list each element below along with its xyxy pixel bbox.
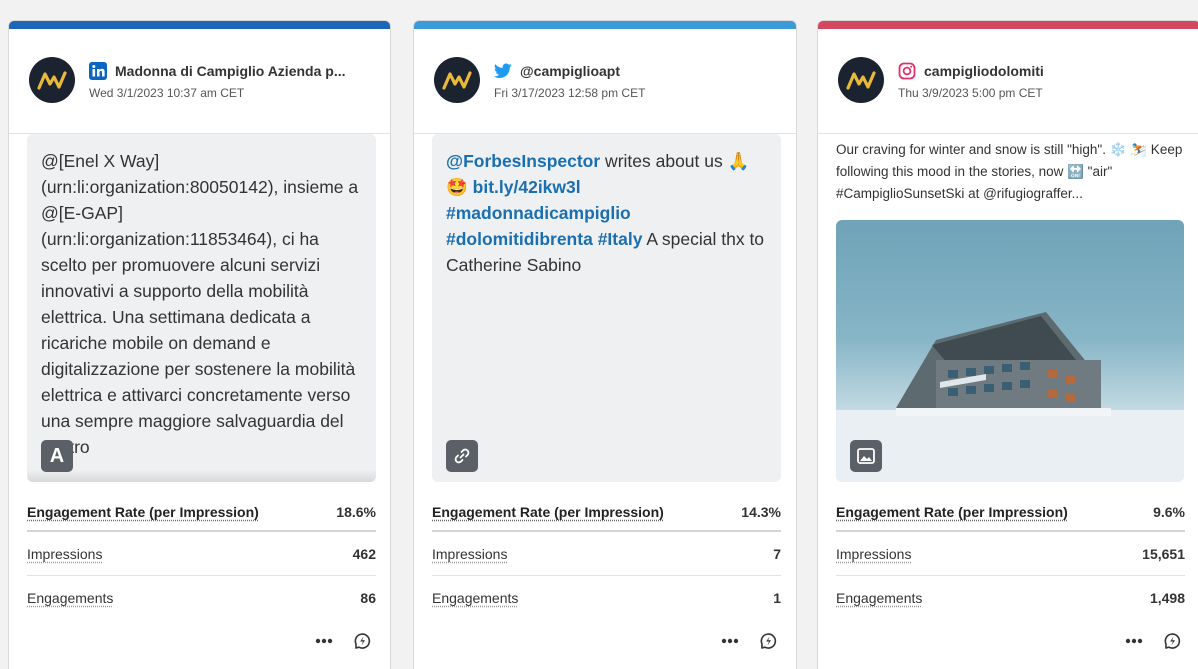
metric-row-engagement-rate: Engagement Rate (per Impression) 18.6% [27,494,376,532]
tweet-text-segment: writes about us 🙏 [600,151,749,171]
metric-value: 18.6% [336,504,376,520]
tweet-link[interactable]: #Italy [598,229,643,249]
metric-value: 1,498 [1150,590,1185,606]
metric-value: 15,651 [1142,546,1185,562]
post-content[interactable]: @ForbesInspector writes about us 🙏 🤩 bit.… [432,134,781,482]
metrics-list: Engagement Rate (per Impression) 9.6% Im… [836,494,1185,620]
metric-value: 7 [773,546,781,562]
account-name[interactable]: @campiglioapt [520,62,620,80]
metric-value: 9.6% [1153,504,1185,520]
post-card-linkedin[interactable]: Madonna di Campiglio Azienda p... Wed 3/… [8,20,391,669]
metric-label[interactable]: Engagements [27,590,113,606]
content-fade [27,470,376,482]
metric-row-impressions: Impressions 15,651 [836,532,1185,576]
metric-label[interactable]: Impressions [836,546,911,562]
post-date: Fri 3/17/2023 12:58 pm CET [494,86,645,101]
metric-value: 14.3% [741,504,781,520]
text-post-badge: A [41,440,73,472]
account-name[interactable]: Madonna di Campiglio Azienda p... [115,62,346,80]
metric-label[interactable]: Impressions [432,546,507,562]
metric-row-impressions: Impressions 462 [27,532,376,576]
post-caption: Our craving for winter and snow is still… [836,139,1188,205]
tweet-link[interactable]: @ForbesInspector [446,151,600,171]
metric-value: 462 [353,546,376,562]
metric-value: 1 [773,590,781,606]
metric-row-engagements: Engagements 1,498 [836,576,1185,620]
post-text: @[Enel X Way] (urn:li:organization:80050… [41,148,362,460]
metric-label[interactable]: Impressions [27,546,102,562]
metric-row-engagement-rate: Engagement Rate (per Impression) 9.6% [836,494,1185,532]
metric-label[interactable]: Engagement Rate (per Impression) [836,504,1068,520]
twitter-bird-icon [494,62,512,80]
boost-post-icon[interactable] [758,631,778,651]
metric-row-engagements: Engagements 86 [27,576,376,620]
more-options-icon[interactable] [1124,631,1144,651]
more-options-icon[interactable] [720,631,740,651]
metric-value: 86 [360,590,376,606]
post-card-instagram[interactable]: campigliodolomiti Thu 3/9/2023 5:00 pm C… [817,20,1198,669]
metric-label[interactable]: Engagements [836,590,922,606]
metric-row-engagement-rate: Engagement Rate (per Impression) 14.3% [432,494,781,532]
boost-post-icon[interactable] [1162,631,1182,651]
metric-row-impressions: Impressions 7 [432,532,781,576]
card-header: @campiglioapt Fri 3/17/2023 12:58 pm CET [414,29,796,134]
card-actions [720,631,778,651]
avatar[interactable] [434,57,480,103]
metric-label[interactable]: Engagement Rate (per Impression) [27,504,259,520]
tweet-link[interactable]: bit.ly/42ikw3l [473,177,581,197]
card-actions [1124,631,1182,651]
post-content[interactable]: @[Enel X Way] (urn:li:organization:80050… [27,134,376,482]
metrics-list: Engagement Rate (per Impression) 14.3% I… [432,494,781,620]
tweet-link[interactable]: #madonnadicampiglio [446,203,631,223]
image-post-badge [850,440,882,472]
boost-post-icon[interactable] [352,631,372,651]
tweet-text-segment: 🤩 [446,177,473,197]
post-text: @ForbesInspector writes about us 🙏 🤩 bit.… [446,148,767,278]
card-accent-bar [818,21,1198,29]
metric-label[interactable]: Engagements [432,590,518,606]
card-accent-bar [414,21,796,29]
avatar[interactable] [29,57,75,103]
instagram-icon [898,62,916,80]
linkedin-icon [89,62,107,80]
card-header: campigliodolomiti Thu 3/9/2023 5:00 pm C… [818,29,1198,134]
account-name[interactable]: campigliodolomiti [924,62,1044,80]
card-accent-bar [9,21,390,29]
metric-label[interactable]: Engagement Rate (per Impression) [432,504,664,520]
metric-row-engagements: Engagements 1 [432,576,781,620]
post-image[interactable] [836,220,1184,482]
post-date: Wed 3/1/2023 10:37 am CET [89,86,244,101]
metrics-list: Engagement Rate (per Impression) 18.6% I… [27,494,376,620]
post-date: Thu 3/9/2023 5:00 pm CET [898,86,1043,101]
more-options-icon[interactable] [314,631,334,651]
card-header: Madonna di Campiglio Azienda p... Wed 3/… [9,29,390,134]
link-post-badge [446,440,478,472]
tweet-link[interactable]: #dolomitidibrenta [446,229,593,249]
post-card-twitter[interactable]: @campiglioapt Fri 3/17/2023 12:58 pm CET… [413,20,797,669]
card-actions [314,631,372,651]
avatar[interactable] [838,57,884,103]
